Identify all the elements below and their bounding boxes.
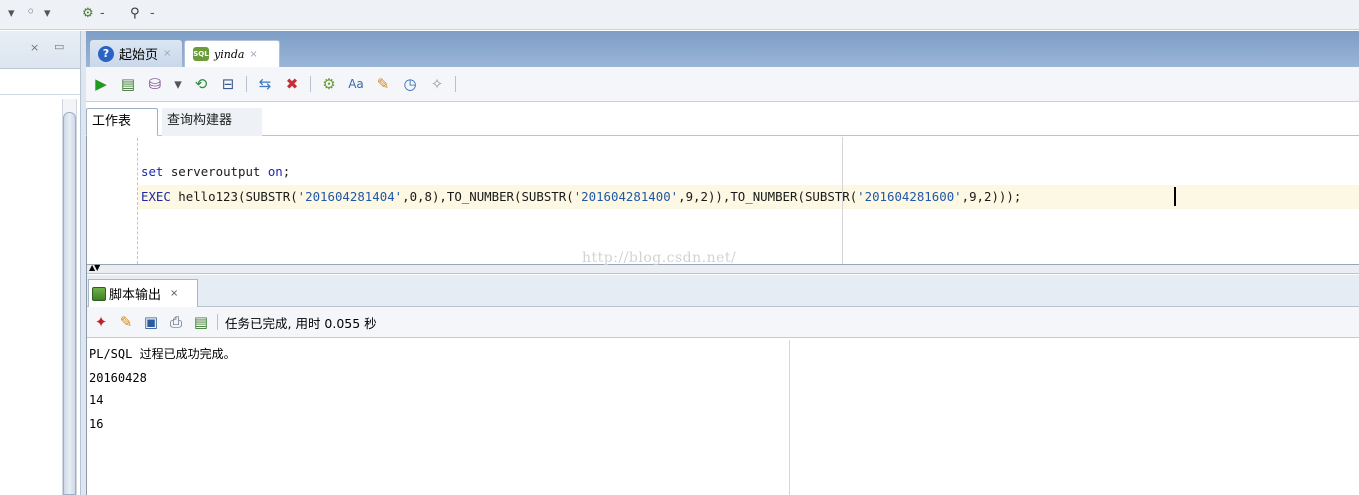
tab-label: 脚本输出 [109, 288, 162, 303]
output-line: PL/SQL 过程已成功完成。 [89, 347, 236, 361]
history-icon[interactable]: ◷ [401, 75, 419, 93]
explain-plan-icon[interactable]: ⊟ [219, 75, 237, 93]
splitter-arrows-icon[interactable]: ▲▼ [89, 264, 100, 272]
commit-icon[interactable]: ⛁ [146, 75, 164, 93]
toolbar-separator [455, 76, 456, 92]
sql-keyword: set [141, 164, 164, 179]
tab-yinda[interactable]: SQL yinda × [184, 40, 280, 67]
eraser-icon[interactable]: ✎ [117, 313, 135, 331]
sql-connection-icon[interactable]: ⚙ [82, 6, 94, 22]
sql-string: '201604281400' [573, 189, 679, 204]
clear-icon[interactable]: ✖ [283, 75, 301, 93]
toolbar-separator [246, 76, 247, 92]
minimize-icon[interactable]: ▭ [54, 40, 64, 53]
output-line: 20160428 [89, 371, 147, 385]
toolbar-separator [217, 314, 218, 330]
output-tab-bar [86, 275, 1359, 307]
autotrace-icon[interactable]: ⇆ [256, 75, 274, 93]
dropdown-arrow-icon[interactable]: - [100, 6, 105, 22]
sql-string: '201604281404' [297, 189, 403, 204]
help-icon: ? [98, 45, 114, 62]
sql-connection-icon: SQL [193, 47, 209, 61]
tab-worksheet[interactable]: 工作表 [86, 108, 158, 136]
tab-script-output[interactable]: 脚本输出 × [88, 279, 198, 307]
binoculars-icon[interactable]: ⚲ [130, 6, 140, 22]
navigator-header: × ▭ [0, 31, 80, 69]
run-script-icon[interactable]: ▤ [119, 75, 137, 93]
print-icon[interactable]: ⎙ [167, 313, 185, 331]
sql-keyword: EXEC [141, 189, 171, 204]
toolbar-separator [310, 76, 311, 92]
format-icon[interactable]: ✧ [428, 75, 446, 93]
sql-string: '201604281600' [857, 189, 962, 204]
sql-text: ,0,8),TO_NUMBER(SUBSTR( [402, 189, 574, 204]
sql-text: ,9,2)),TO_NUMBER(SUBSTR( [678, 189, 858, 204]
run-statement-icon[interactable]: ▶ [92, 75, 110, 93]
tab-label: 起始页 [119, 48, 159, 63]
watermark: http://blog.csdn.net/ [582, 250, 737, 266]
sql-tuning-icon[interactable]: ⚙ [320, 75, 338, 93]
code-line[interactable]: EXEC hello123(SUBSTR('201604281404',0,8)… [141, 188, 1021, 206]
scrollbar-thumb[interactable] [63, 112, 76, 495]
editor-border [86, 136, 87, 495]
gutter-guide [137, 138, 138, 264]
output-column-divider [789, 340, 790, 495]
editor-tab-strip: ? 起始页 × SQL yinda × [86, 31, 1359, 67]
sql-text: ,9,2))); [961, 189, 1022, 204]
script-output-area[interactable] [86, 339, 1359, 495]
task-status: 任务已完成, 用时 0.055 秒 [225, 315, 377, 331]
sql-text: ; [282, 164, 291, 179]
close-icon[interactable]: × [163, 48, 171, 59]
tab-start-page[interactable]: ? 起始页 × [90, 40, 182, 67]
rollback-icon[interactable]: ⟲ [192, 75, 210, 93]
dropdown-arrow-icon[interactable]: - [150, 6, 155, 22]
main-toolbar: ▾ ◦ ▾ ⚙ - ⚲ - [0, 0, 1359, 30]
output-line: 16 [89, 417, 104, 431]
tab-label: yinda [214, 47, 245, 61]
dropdown-arrow-icon[interactable]: ▾ [44, 6, 51, 22]
output-file-icon[interactable]: ▤ [192, 313, 210, 331]
dropdown-arrow-icon[interactable]: ▾ [173, 75, 183, 93]
sql-text: serveroutput [163, 164, 268, 179]
close-icon[interactable]: × [249, 49, 257, 60]
close-icon[interactable]: × [170, 288, 178, 299]
script-output-icon [92, 286, 106, 301]
pin-icon[interactable]: ✦ [92, 313, 110, 331]
save-icon[interactable]: ▣ [142, 313, 160, 331]
change-case-icon[interactable]: Aa [347, 75, 365, 93]
dropdown-arrow-icon[interactable]: ▾ [8, 6, 15, 22]
circle-nav-icon[interactable]: ◦ [26, 4, 35, 20]
code-line[interactable]: set serveroutput on; [141, 163, 290, 181]
navigator-toolbar [0, 69, 80, 95]
output-line: 14 [89, 393, 104, 407]
close-icon[interactable]: × [30, 41, 39, 54]
worksheet-subtabs: 工作表 查询构建器 [86, 103, 1359, 136]
text-caret [1174, 187, 1176, 206]
sql-keyword: on [267, 164, 283, 179]
tab-query-builder[interactable]: 查询构建器 [162, 108, 262, 136]
eraser-icon[interactable]: ✎ [374, 75, 392, 93]
sql-text: hello123(SUBSTR( [170, 189, 298, 204]
output-toolbar: ✦ ✎ ▣ ⎙ ▤ 任务已完成, 用时 0.055 秒 [86, 307, 1359, 338]
editor-output-splitter[interactable] [86, 265, 1359, 274]
worksheet-toolbar: ▶ ▤ ⛁ ▾ ⟲ ⊟ ⇆ ✖ ⚙ Aa ✎ ◷ ✧ [86, 67, 1359, 102]
